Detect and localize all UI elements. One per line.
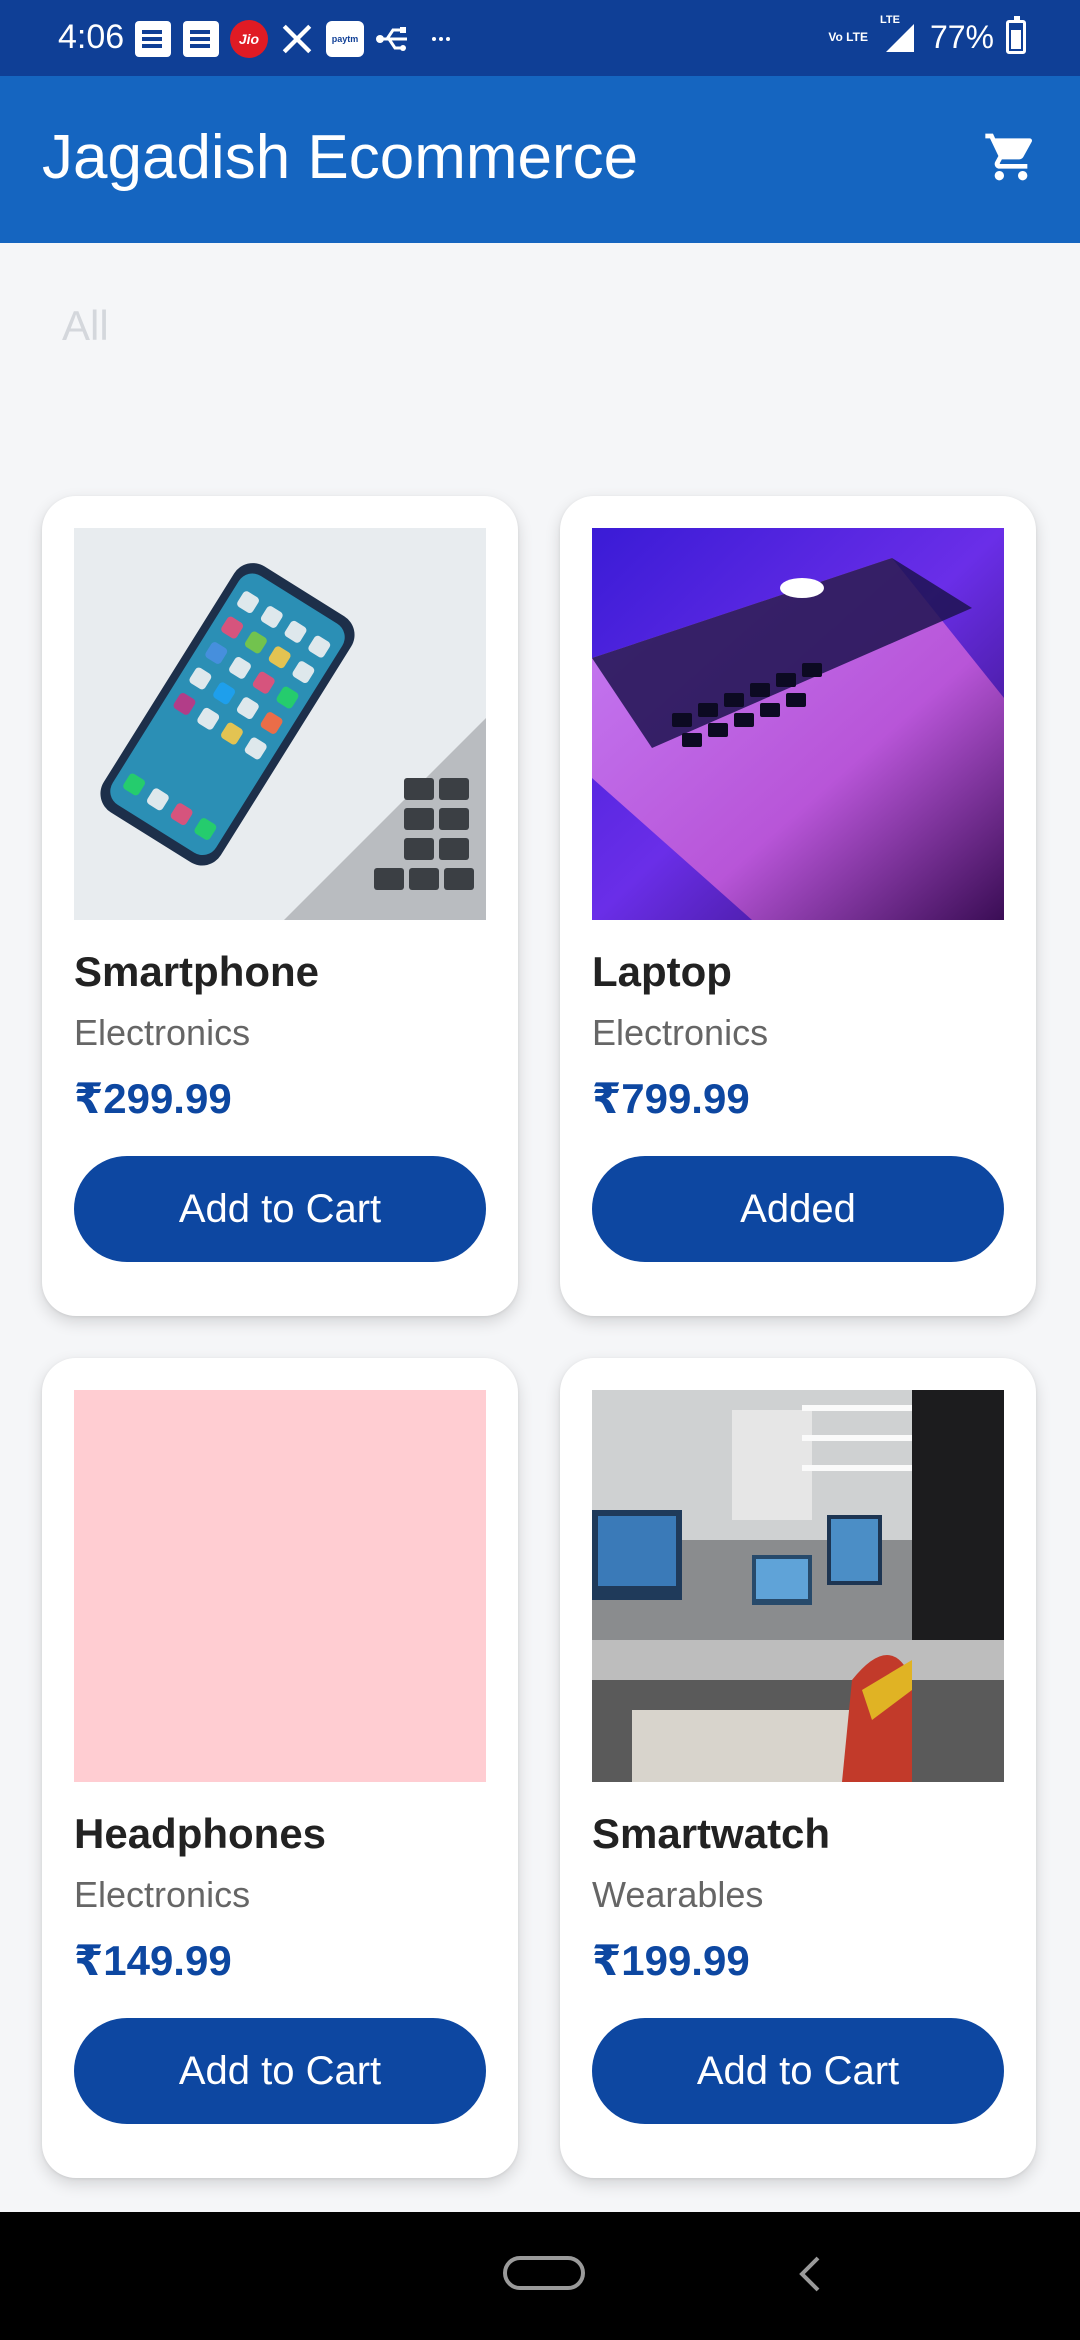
back-icon[interactable] (790, 2252, 830, 2296)
notes-icon (134, 20, 172, 58)
system-nav-bar (0, 2212, 1080, 2340)
battery-icon (1006, 16, 1026, 54)
status-right: Vo LTE LTE 77% (828, 14, 1026, 56)
product-card-laptop[interactable]: Laptop Electronics ₹799.99 Added (560, 496, 1036, 1316)
product-grid: Smartphone Electronics ₹299.99 Add to Ca… (42, 496, 1038, 2178)
add-to-cart-button[interactable]: Add to Cart (592, 2018, 1004, 2124)
product-price: ₹149.99 (74, 1937, 232, 1984)
product-image-smartphone (74, 528, 486, 920)
product-category: Wearables (592, 1874, 764, 1915)
paytm-icon: paytm (326, 20, 364, 58)
status-bar: 4:06 Jio paytm Vo LTE LTE 77% (0, 0, 1080, 76)
notes-icon (182, 20, 220, 58)
product-name: Laptop (592, 948, 732, 995)
status-time: 4:06 (58, 18, 125, 56)
product-card-smartwatch[interactable]: Smartwatch Wearables ₹199.99 Add to Cart (560, 1358, 1036, 2178)
product-card-smartphone[interactable]: Smartphone Electronics ₹299.99 Add to Ca… (42, 496, 518, 1316)
cart-icon (985, 133, 1033, 181)
product-image-laptop (592, 528, 1004, 920)
product-price: ₹299.99 (74, 1075, 232, 1122)
more-icon (422, 20, 460, 58)
product-name: Smartphone (74, 948, 320, 995)
product-name: Smartwatch (592, 1810, 831, 1857)
product-price: ₹799.99 (592, 1075, 750, 1122)
home-button[interactable] (503, 2256, 585, 2290)
battery-percent: 77% (929, 18, 994, 55)
product-name: Headphones (74, 1810, 327, 1857)
x-icon (278, 20, 316, 58)
product-image-smartwatch (592, 1390, 1004, 1782)
add-to-cart-button[interactable]: Add to Cart (74, 1156, 486, 1262)
cart-button[interactable] (976, 122, 1046, 192)
signal-icon: LTE (880, 14, 918, 56)
product-category: Electronics (74, 1012, 251, 1053)
product-image-headphones (74, 1390, 486, 1782)
product-category: Electronics (74, 1874, 251, 1915)
product-category: Electronics (592, 1012, 769, 1053)
added-button[interactable]: Added (592, 1156, 1004, 1262)
add-to-cart-button[interactable]: Add to Cart (74, 2018, 486, 2124)
product-card-headphones[interactable]: Headphones Electronics ₹149.99 Add to Ca… (42, 1358, 518, 2178)
usb-icon (374, 20, 412, 58)
jio-icon: Jio (230, 20, 268, 58)
app-bar: Jagadish Ecommerce (0, 76, 1080, 243)
volte-icon: Vo LTE (828, 29, 868, 44)
notification-icons: Jio paytm (134, 20, 460, 58)
category-filter-all[interactable]: All (62, 302, 109, 350)
product-price: ₹199.99 (592, 1937, 750, 1984)
app-title: Jagadish Ecommerce (42, 123, 639, 192)
